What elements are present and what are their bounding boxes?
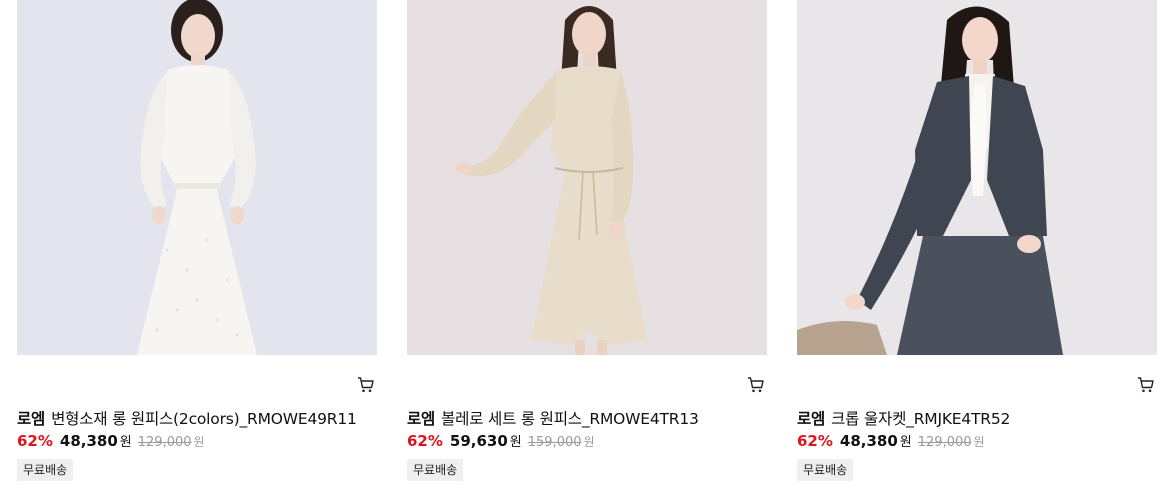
price-row: 62% 59,630 원 159,000 원 (407, 431, 595, 450)
price-unit: 원 (509, 435, 522, 450)
product-title[interactable]: 로엠 크롭 울자켓_RMJKE4TR52 (797, 407, 1010, 429)
price-unit: 원 (119, 435, 132, 450)
free-shipping-badge: 무료배송 (797, 459, 854, 481)
cart-icon (358, 377, 374, 393)
sale-price: 48,380 (59, 432, 118, 450)
brand-name: 로엠 (407, 410, 436, 428)
cart-icon (1138, 377, 1154, 393)
add-to-cart-button[interactable] (357, 376, 375, 394)
original-price: 159,000 (527, 435, 582, 450)
original-price-unit: 원 (973, 435, 985, 449)
product-image[interactable] (797, 0, 1157, 355)
free-shipping-badge: 무료배송 (407, 459, 464, 481)
price-row: 62% 48,380 원 129,000 원 (797, 431, 985, 450)
product-card[interactable]: 로엠 변형소재 롱 원피스(2colors)_RMOWE49R11 62% 48,… (17, 0, 377, 496)
product-image[interactable] (17, 0, 377, 355)
brand-name: 로엠 (17, 410, 46, 428)
discount-rate: 62% (407, 432, 443, 450)
price-row: 62% 48,380 원 129,000 원 (17, 431, 205, 450)
price-unit: 원 (899, 435, 912, 450)
product-title[interactable]: 로엠 볼레로 세트 롱 원피스_RMOWE4TR13 (407, 407, 699, 429)
add-to-cart-button[interactable] (747, 376, 765, 394)
brand-name: 로엠 (797, 410, 826, 428)
product-name: 변형소재 롱 원피스(2colors)_RMOWE49R11 (51, 410, 357, 428)
sale-price: 59,630 (449, 432, 508, 450)
sale-price: 48,380 (839, 432, 898, 450)
original-price: 129,000 (917, 435, 972, 450)
discount-rate: 62% (797, 432, 833, 450)
product-name: 크롭 울자켓_RMJKE4TR52 (831, 410, 1011, 428)
discount-rate: 62% (17, 432, 53, 450)
free-shipping-badge: 무료배송 (17, 459, 74, 481)
original-price: 129,000 (137, 435, 192, 450)
original-price-unit: 원 (193, 435, 205, 449)
add-to-cart-button[interactable] (1137, 376, 1155, 394)
product-card[interactable]: 로엠 볼레로 세트 롱 원피스_RMOWE4TR13 62% 59,630 원 1… (407, 0, 767, 496)
original-price-unit: 원 (583, 435, 595, 449)
product-card[interactable]: 로엠 크롭 울자켓_RMJKE4TR52 62% 48,380 원 129,000… (797, 0, 1157, 496)
product-name: 볼레로 세트 롱 원피스_RMOWE4TR13 (441, 410, 699, 428)
product-image[interactable] (407, 0, 767, 355)
product-title[interactable]: 로엠 변형소재 롱 원피스(2colors)_RMOWE49R11 (17, 407, 357, 429)
cart-icon (748, 377, 764, 393)
